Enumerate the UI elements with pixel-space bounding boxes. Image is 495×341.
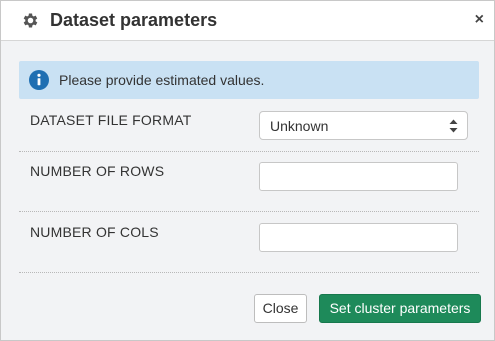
dataset-parameters-dialog: Dataset parameters × Please provide esti… [0, 0, 495, 341]
divider [19, 211, 479, 212]
file-format-select[interactable]: Unknown [259, 111, 468, 140]
info-circle-icon [29, 70, 49, 90]
cols-label: NUMBER OF COLS [30, 224, 159, 240]
dialog-header: Dataset parameters × [1, 1, 494, 41]
alert-message: Please provide estimated values. [59, 72, 265, 88]
file-format-selected-value: Unknown [270, 118, 329, 134]
cols-input[interactable] [259, 223, 458, 252]
set-cluster-parameters-button[interactable]: Set cluster parameters [319, 294, 481, 323]
rows-label: NUMBER OF ROWS [30, 163, 165, 179]
rows-input[interactable] [259, 162, 458, 191]
divider [19, 151, 479, 152]
info-alert: Please provide estimated values. [19, 61, 479, 99]
dialog-title: Dataset parameters [50, 10, 218, 30]
close-button[interactable]: Close [254, 294, 307, 323]
file-format-label: DATASET FILE FORMAT [30, 112, 192, 128]
divider [19, 272, 479, 273]
gear-icon [23, 13, 38, 28]
close-icon[interactable]: × [475, 10, 484, 30]
select-arrows-icon [449, 119, 458, 133]
